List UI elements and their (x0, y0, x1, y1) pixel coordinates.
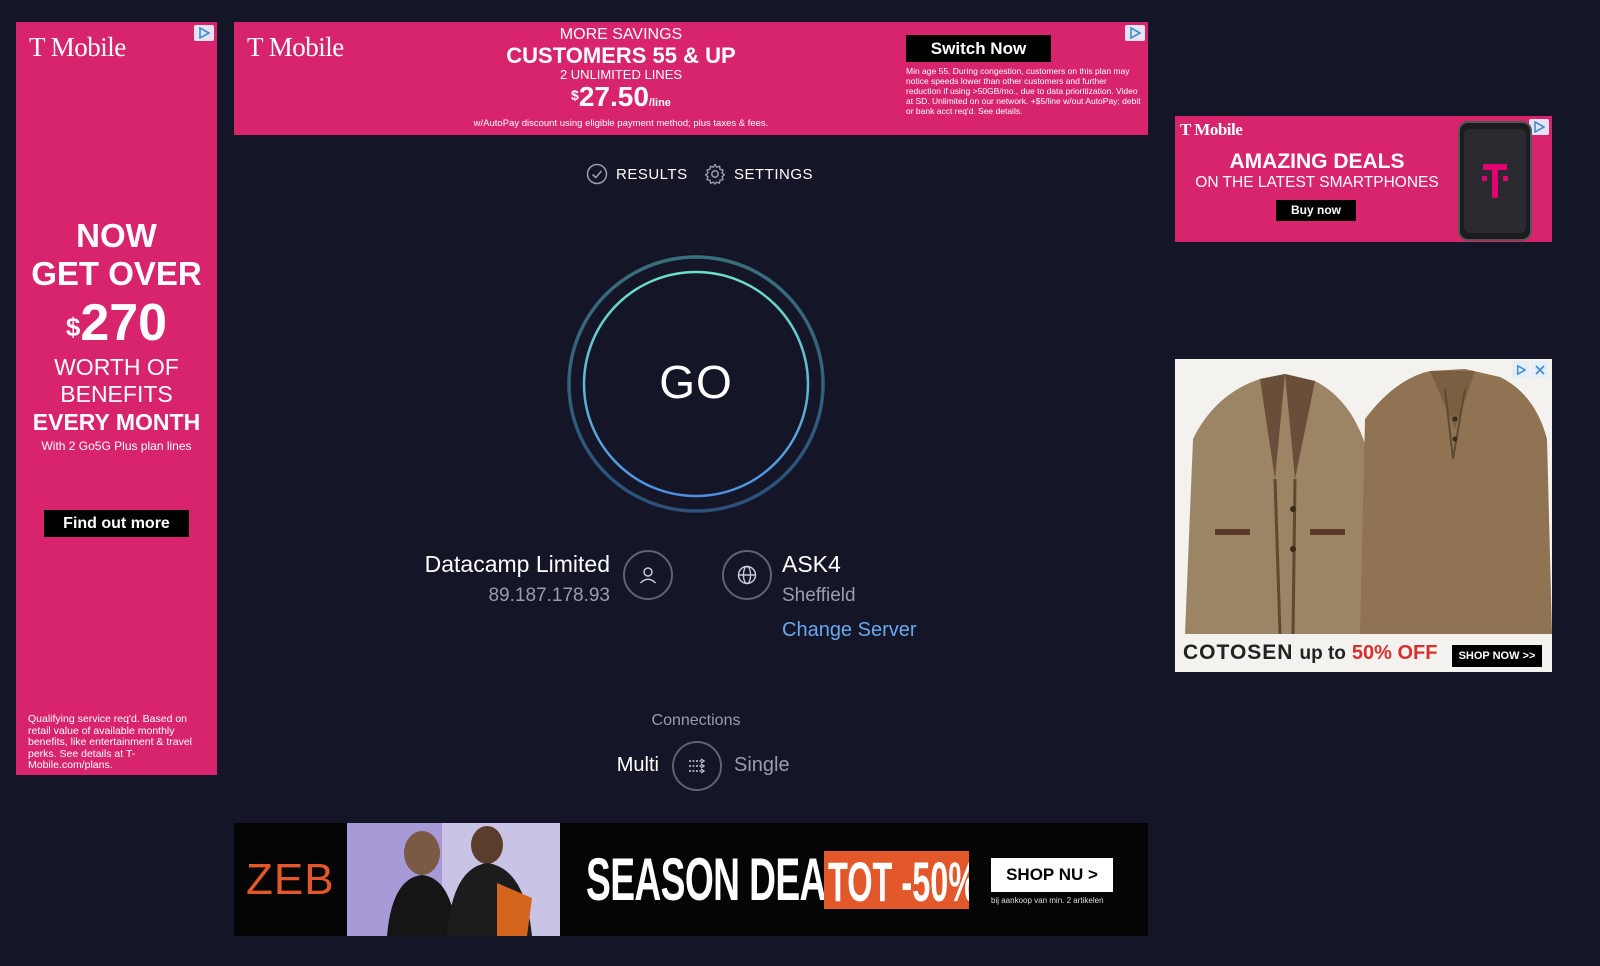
ad-cotosen-offer-prefix: up to (1299, 643, 1346, 664)
adchoices-icon[interactable] (1529, 119, 1549, 135)
connections-multi-label[interactable]: Multi (560, 754, 659, 777)
nav-settings-tab[interactable]: SETTINGS (704, 163, 813, 185)
adchoices-icon[interactable] (1512, 361, 1529, 378)
connections-single-label[interactable]: Single (734, 754, 790, 777)
ad-right-cotosen[interactable]: COTOSEN up to 50% OFF SHOP NOW >> (1175, 359, 1552, 672)
ad-cotosen-offer: 50% OFF (1351, 642, 1438, 664)
ad-zeb-models-image (347, 823, 560, 936)
multi-connections-icon (689, 758, 706, 774)
ad-top-tmobile[interactable]: T Mobile MORE SAVINGS CUSTOMERS 55 & UP … (234, 22, 1148, 135)
ad-top-line-3: 2 UNLIMITED LINES (559, 67, 683, 82)
ad-right-cta-button[interactable]: Buy now (1276, 200, 1356, 221)
nav-results-tab[interactable]: RESULTS (586, 163, 688, 185)
ad-top-price: 27.50 (578, 81, 649, 112)
ad-top-disclaimer: w/AutoPay discount using eligible paymen… (473, 118, 769, 129)
provider-ip: 89.187.178.93 (488, 585, 610, 606)
tmobile-logo: T Mobile (1180, 120, 1243, 139)
server-info: ASK4 Sheffield Change Server (782, 549, 917, 647)
ad-zeb-fineprint: bij aankoop van min. 2 artikelen (991, 896, 1104, 905)
jackets-image (1185, 369, 1552, 634)
check-circle-icon (586, 163, 608, 185)
nav-settings-label: SETTINGS (734, 165, 814, 183)
go-button[interactable]: GO (566, 255, 826, 515)
ad-zeb-cta-button[interactable]: SHOP NU > (991, 858, 1113, 892)
ad-left-headline-1: NOW (76, 217, 157, 254)
ad-left-fineprint: Qualifying service req'd. Based on retai… (28, 713, 193, 771)
adchoices-icon[interactable] (194, 25, 214, 41)
tmobile-t-icon (1482, 164, 1508, 198)
connections-label: Connections (651, 712, 741, 729)
provider-name: Datacamp Limited (424, 551, 610, 577)
ad-left-line-2: BENEFITS (60, 381, 173, 407)
ad-right-line-1: AMAZING DEALS (1229, 150, 1405, 173)
connections-toggle[interactable] (672, 741, 722, 791)
server-location: Sheffield (782, 585, 856, 606)
ad-top-line-1: MORE SAVINGS (559, 26, 683, 43)
gear-icon (704, 163, 726, 185)
ad-close-icon[interactable] (1531, 361, 1548, 378)
ad-zeb-discount: TOT -50% (828, 851, 969, 909)
ad-left-amount: 270 (80, 294, 168, 352)
ad-cotosen-brand: COTOSEN (1183, 641, 1294, 664)
change-server-link[interactable]: Change Server (782, 613, 917, 647)
ad-cotosen-cta-button[interactable]: SHOP NOW >> (1452, 645, 1542, 667)
ad-top-fineprint: Min age 55. During congestion, customers… (906, 66, 1141, 116)
adchoices-icon[interactable] (1125, 25, 1145, 41)
ad-top-currency: $ (571, 87, 579, 103)
tmobile-logo: T Mobile (29, 32, 126, 62)
ad-zeb-logo: ZEB (246, 855, 335, 904)
ad-left-tmobile[interactable]: T Mobile NOW GET OVER $270 WORTH OF BENE… (16, 22, 217, 775)
ad-top-cta-button[interactable]: Switch Now (906, 35, 1051, 62)
go-label: GO (659, 356, 733, 408)
ad-zeb-discount-badge: TOT -50% (824, 851, 969, 909)
ad-bottom-zeb[interactable]: ZEB SEASON DEALS TOT -50% SHOP NU > bij … (234, 823, 1148, 936)
ad-left-headline-2: GET OVER (31, 255, 202, 292)
ad-top-per: /line (648, 97, 671, 109)
smartphone-image (1458, 121, 1532, 241)
ad-right-line-2: ON THE LATEST SMARTPHONES (1195, 174, 1439, 191)
ad-left-cta-button[interactable]: Find out more (44, 510, 189, 537)
ad-left-currency: $ (65, 312, 81, 342)
tmobile-logo: T Mobile (247, 32, 344, 62)
ad-right-tmobile[interactable]: T Mobile AMAZING DEALS ON THE LATEST SMA… (1175, 116, 1552, 242)
nav-results-label: RESULTS (616, 165, 688, 183)
provider-info: Datacamp Limited 89.187.178.93 (360, 549, 610, 613)
ad-left-line-3: EVERY MONTH (32, 409, 201, 435)
globe-icon (737, 565, 757, 585)
server-name: ASK4 (782, 551, 841, 577)
ad-left-line-1: WORTH OF (54, 354, 179, 380)
user-icon (639, 567, 657, 584)
provider-user-icon-button[interactable] (623, 550, 673, 600)
server-globe-icon-button[interactable] (722, 550, 772, 600)
ad-top-line-2: CUSTOMERS 55 & UP (506, 43, 736, 68)
ad-left-sub: With 2 Go5G Plus plan lines (41, 439, 192, 453)
